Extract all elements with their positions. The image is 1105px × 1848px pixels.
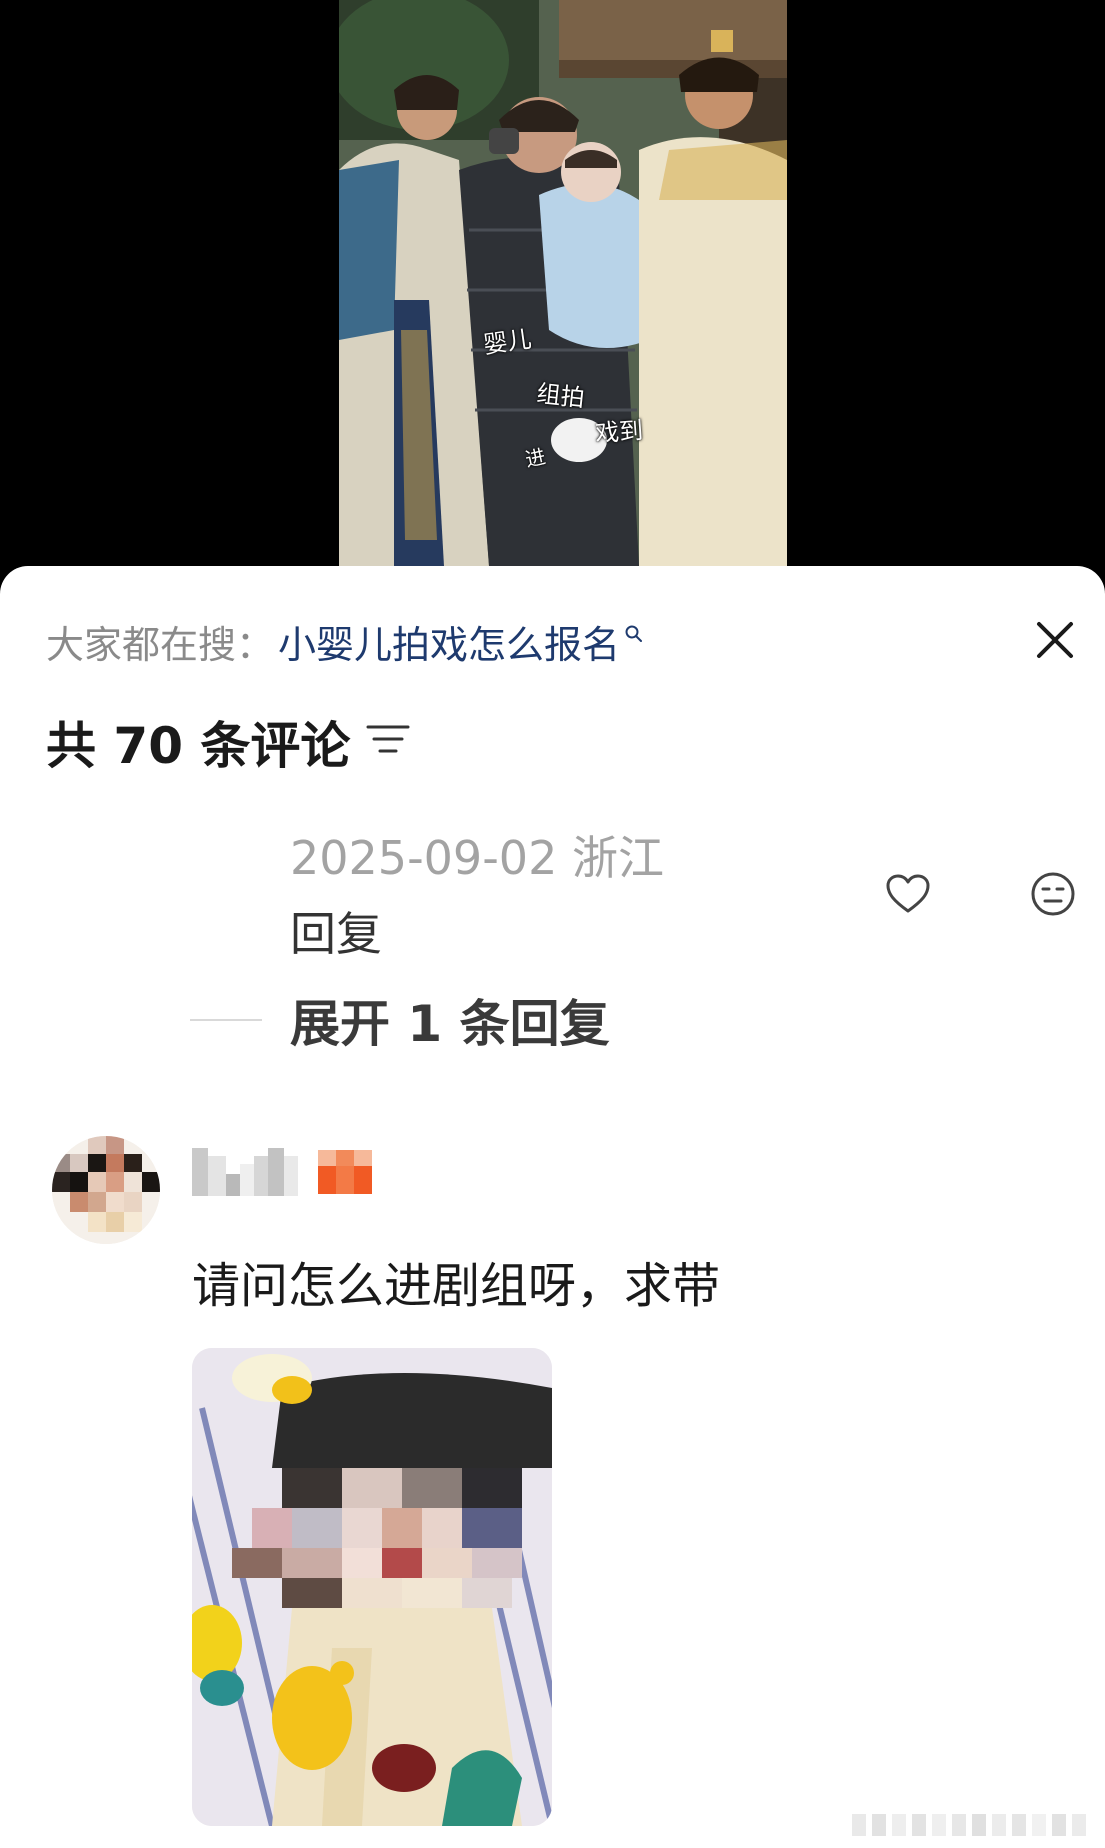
weibo-watermark-pixelated (852, 1814, 1086, 1836)
video-player[interactable]: 婴儿 组拍 戏到 进 (0, 0, 1105, 570)
neutral-face-icon[interactable] (1029, 870, 1077, 918)
close-icon[interactable] (1031, 616, 1079, 664)
sort-filter-icon[interactable] (366, 721, 410, 757)
comments-sheet: 大家都在搜： 小婴儿拍戏怎么报名 共 70 条评论 2025-09-02 浙江 … (0, 566, 1105, 1848)
fan-level-badge (318, 1146, 372, 1198)
search-icon[interactable] (624, 624, 644, 644)
video-frame[interactable]: 婴儿 组拍 戏到 进 (339, 0, 787, 566)
video-caption-word-1: 婴儿 (481, 324, 534, 360)
video-caption-word-3: 戏到 (594, 416, 645, 448)
username-pixelated[interactable] (192, 1146, 302, 1198)
trending-search[interactable]: 大家都在搜： 小婴儿拍戏怎么报名 (46, 614, 644, 669)
comment-attached-image[interactable] (192, 1348, 552, 1826)
avatar[interactable] (52, 1136, 160, 1244)
reply-button[interactable]: 回复 (290, 898, 382, 964)
heart-icon[interactable] (884, 870, 932, 918)
expand-replies-label[interactable]: 展开 1 条回复 (290, 984, 610, 1056)
expand-replies[interactable]: 展开 1 条回复 (190, 990, 610, 1053)
comments-header: 共 70 条评论 (46, 712, 410, 775)
comment-body: 请问怎么进剧组呀，求带 (192, 1258, 721, 1314)
expand-divider (190, 1019, 262, 1021)
trending-search-prefix: 大家都在搜： (46, 622, 275, 667)
comment-date-location: 2025-09-02 浙江 (290, 831, 664, 885)
comment-count: 共 70 条评论 (46, 717, 351, 775)
video-caption-word-2: 组拍 (535, 379, 587, 413)
video-scene-image (339, 0, 787, 566)
trending-search-term[interactable]: 小婴儿拍戏怎么报名 (278, 614, 620, 669)
